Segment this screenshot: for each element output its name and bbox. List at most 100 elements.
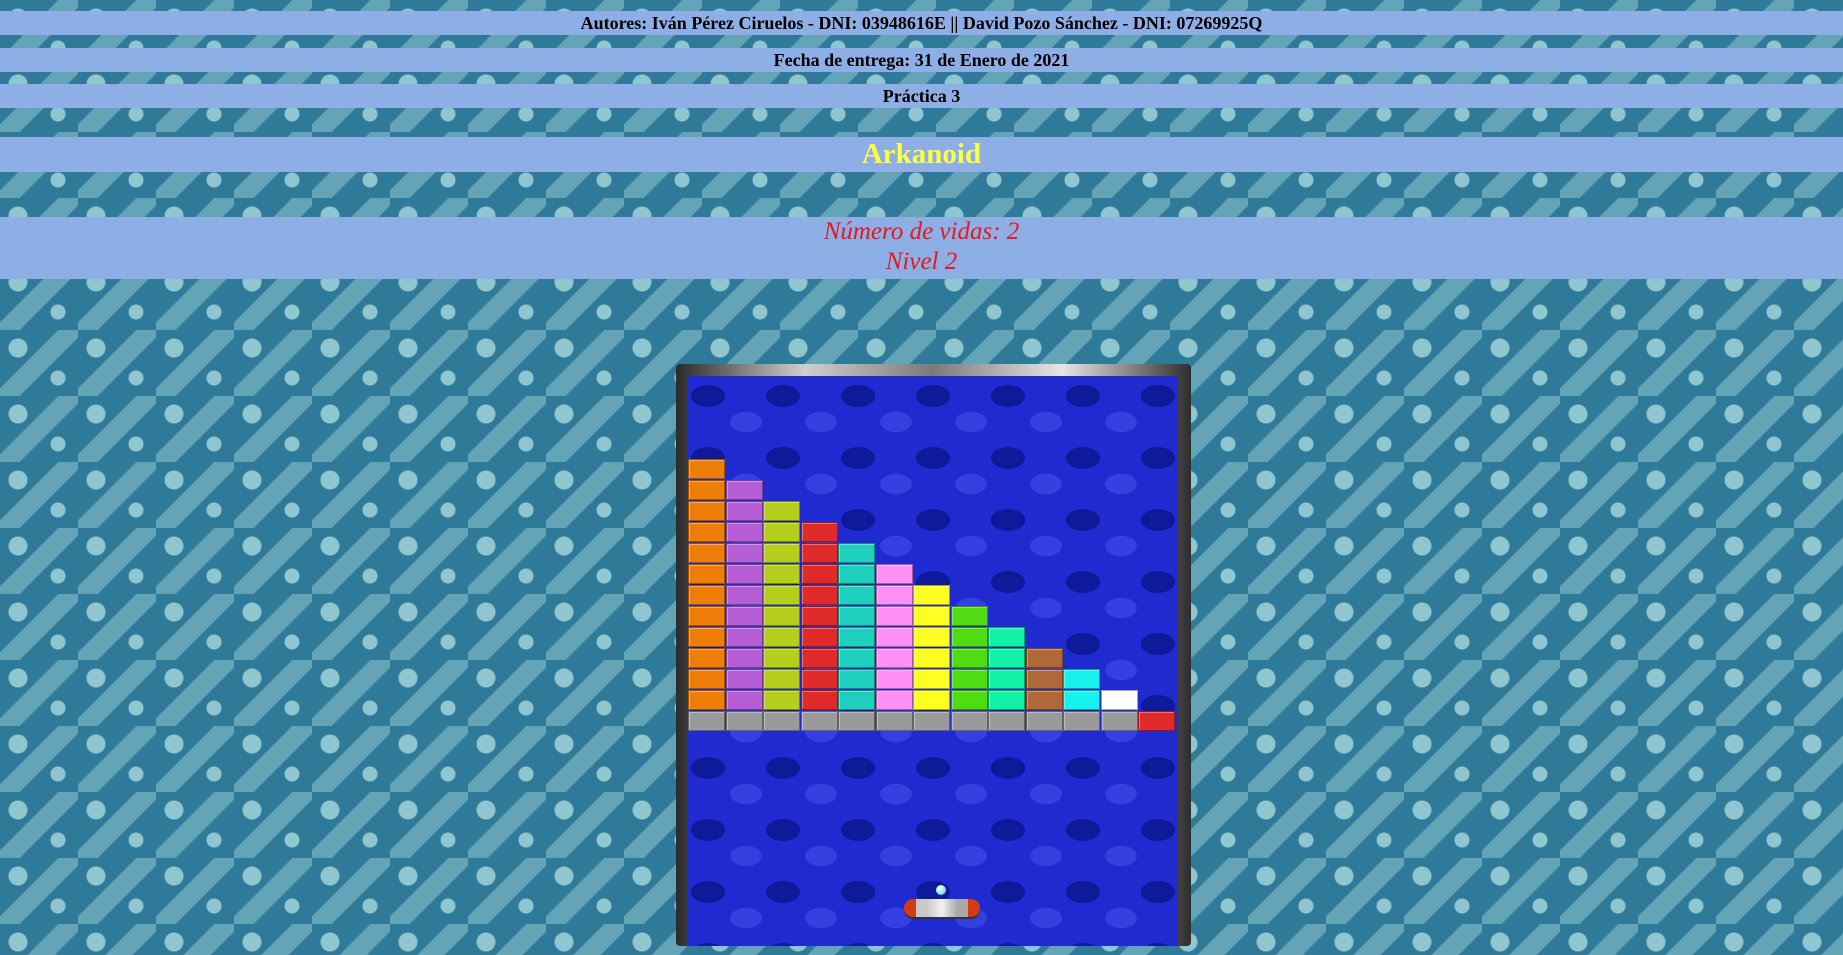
brick <box>725 690 763 710</box>
brick <box>1100 690 1138 710</box>
level-indicator: Nivel 2 <box>885 248 958 275</box>
brick <box>725 669 763 689</box>
brick <box>725 648 763 668</box>
brick <box>988 690 1025 710</box>
practice-text: Práctica 3 <box>882 86 961 106</box>
brick <box>838 585 875 605</box>
brick <box>688 480 725 500</box>
brick <box>1025 690 1063 710</box>
brick <box>1025 648 1063 668</box>
brick-base <box>950 711 988 731</box>
brick <box>838 690 875 710</box>
brick <box>688 606 725 626</box>
brick <box>950 690 988 710</box>
brick <box>875 585 913 605</box>
brick <box>800 648 838 668</box>
brick <box>763 564 800 584</box>
title-banner: Arkanoid <box>0 137 1843 172</box>
brick <box>838 669 875 689</box>
brick <box>688 459 725 479</box>
practice-banner: Práctica 3 <box>0 84 1843 108</box>
brick <box>875 669 913 689</box>
brick-base <box>1100 711 1138 731</box>
brick <box>913 627 950 647</box>
brick <box>913 690 950 710</box>
brick <box>763 606 800 626</box>
brick <box>763 627 800 647</box>
brick <box>763 690 800 710</box>
brick <box>688 543 725 563</box>
brick <box>800 564 838 584</box>
brick-base <box>688 711 725 731</box>
brick-base <box>1025 711 1063 731</box>
brick <box>725 585 763 605</box>
brick <box>800 543 838 563</box>
brick-base <box>763 711 800 731</box>
brick <box>800 606 838 626</box>
status-banner: Número de vidas: 2 Nivel 2 <box>0 217 1843 279</box>
brick <box>725 480 763 500</box>
brick <box>763 669 800 689</box>
brick <box>763 522 800 542</box>
brick <box>688 648 725 668</box>
brick <box>688 669 725 689</box>
brick-base <box>725 711 763 731</box>
brick <box>725 501 763 521</box>
brick <box>838 606 875 626</box>
paddle-icon[interactable] <box>904 899 980 917</box>
brick <box>838 627 875 647</box>
brick <box>988 627 1025 647</box>
brick <box>950 648 988 668</box>
brick <box>950 669 988 689</box>
brick-base <box>988 711 1025 731</box>
brick <box>913 585 950 605</box>
brick <box>725 627 763 647</box>
date-text: Fecha de entrega: 31 de Enero de 2021 <box>773 50 1070 70</box>
brick-base <box>913 711 950 731</box>
brick-base <box>800 711 838 731</box>
brick <box>800 585 838 605</box>
brick <box>838 564 875 584</box>
brick <box>688 564 725 584</box>
brick <box>1063 669 1100 689</box>
brick <box>800 690 838 710</box>
brick <box>875 627 913 647</box>
brick <box>838 648 875 668</box>
lives-counter: Número de vidas: 2 <box>823 218 1020 245</box>
brick <box>875 606 913 626</box>
date-banner: Fecha de entrega: 31 de Enero de 2021 <box>0 48 1843 72</box>
brick <box>725 564 763 584</box>
brick <box>913 669 950 689</box>
brick <box>950 606 988 626</box>
brick <box>688 522 725 542</box>
brick <box>800 627 838 647</box>
brick-base <box>838 711 875 731</box>
brick <box>988 648 1025 668</box>
brick <box>1025 669 1063 689</box>
brick <box>988 669 1025 689</box>
game-frame <box>676 364 1191 946</box>
brick <box>800 669 838 689</box>
brick <box>875 690 913 710</box>
brick <box>1063 690 1100 710</box>
brick <box>688 627 725 647</box>
brick <box>725 543 763 563</box>
brick <box>725 522 763 542</box>
brick <box>763 501 800 521</box>
game-canvas[interactable] <box>688 376 1178 946</box>
brick <box>875 648 913 668</box>
brick <box>950 627 988 647</box>
brick <box>688 690 725 710</box>
brick <box>1138 711 1175 731</box>
authors-banner: Autores: Iván Pérez Ciruelos - DNI: 0394… <box>0 11 1843 35</box>
brick <box>725 606 763 626</box>
brick <box>763 543 800 563</box>
ball-icon <box>936 885 946 895</box>
brick <box>763 585 800 605</box>
brick <box>688 585 725 605</box>
brick <box>688 501 725 521</box>
brick-base <box>875 711 913 731</box>
brick-base <box>1063 711 1100 731</box>
authors-text: Autores: Iván Pérez Ciruelos - DNI: 0394… <box>580 13 1263 33</box>
brick <box>913 606 950 626</box>
